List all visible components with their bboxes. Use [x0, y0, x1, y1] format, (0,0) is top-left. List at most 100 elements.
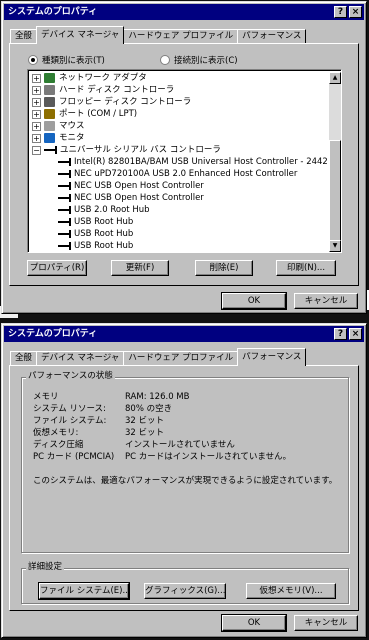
device-tree-item[interactable]: NEC USB Open Host Controller: [58, 180, 204, 192]
performance-status-group-label: パフォーマンスの状態: [26, 371, 115, 381]
performance-row-value: 32 ビット: [125, 416, 165, 426]
device-tree-item[interactable]: NEC USB Open Host Controller: [58, 192, 204, 204]
refresh-button[interactable]: 更新(F): [111, 260, 169, 276]
scroll-down-button[interactable]: ▼: [329, 240, 341, 252]
graphics-button[interactable]: グラフィックス(G)...: [144, 583, 226, 599]
performance-row-label: メモリ: [33, 392, 59, 402]
performance-row-value: RAM: 126.0 MB: [125, 392, 190, 402]
mouse-icon: [44, 121, 55, 131]
radio-unselected-icon: [160, 55, 170, 65]
usb-icon: [58, 217, 71, 227]
expand-icon[interactable]: +: [32, 85, 41, 95]
device-tree-item[interactable]: USB 2.0 Root Hub: [58, 204, 150, 216]
device-tree-item[interactable]: + マウス: [32, 120, 85, 132]
device-tree-item[interactable]: + ネットワーク アダプタ: [32, 72, 147, 84]
performance-row-value: 80% の空き: [125, 404, 173, 414]
device-tree-item-label: ユニバーサル シリアル バス コントローラ: [60, 145, 221, 155]
close-button[interactable]: ×: [349, 328, 362, 340]
device-tree[interactable]: + ネットワーク アダプタ + ハード ディスク コントローラ + フロッピー ディスク …: [27, 69, 342, 253]
performance-row-label: 仮想メモリ:: [33, 428, 79, 438]
tab-strip: 全般 デバイス マネージャ ハードウェア プロファイル パフォーマンス: [10, 348, 307, 366]
usb-icon: [58, 205, 71, 215]
performance-row-value: インストールされていません: [125, 440, 235, 450]
device-tree-item-label: ポート (COM / LPT): [59, 109, 138, 119]
title-bar[interactable]: システムのプロパティ ? ×: [4, 326, 364, 342]
tab-general[interactable]: 全般: [10, 351, 38, 366]
device-tree-item-label: NEC USB Open Host Controller: [74, 193, 204, 203]
tab-hardware-profile[interactable]: ハードウェア プロファイル: [123, 29, 239, 44]
cancel-button[interactable]: キャンセル: [294, 615, 358, 631]
expand-icon[interactable]: +: [32, 133, 41, 143]
device-tree-item-label: USB 2.0 Root Hub: [74, 205, 150, 215]
device-tree-item-label: USB Root Hub: [74, 217, 134, 227]
device-tree-item-label: ネットワーク アダプタ: [59, 73, 147, 83]
vertical-scrollbar[interactable]: ▲ ▼: [329, 72, 341, 252]
remove-button[interactable]: 削除(E): [195, 260, 253, 276]
tab-general[interactable]: 全般: [10, 29, 38, 44]
radio-view-by-type[interactable]: 種類別に表示(T): [28, 54, 105, 66]
ok-button[interactable]: OK: [221, 614, 287, 632]
device-tree-item-label: フロッピー ディスク コントローラ: [59, 97, 192, 107]
device-tree-item-label: NEC uPD720100A USB 2.0 Enhanced Host Con…: [74, 169, 298, 179]
radio-view-by-type-label: 種類別に表示(T): [42, 56, 105, 66]
device-tree-item[interactable]: USB Root Hub: [58, 216, 133, 228]
device-tree-item[interactable]: + ハード ディスク コントローラ: [32, 84, 174, 96]
collapse-icon[interactable]: −: [32, 145, 41, 155]
usb-icon: [58, 169, 71, 179]
usb-icon: [58, 193, 71, 203]
port-icon: [44, 109, 55, 119]
print-button[interactable]: 印刷(N)...: [276, 260, 336, 276]
device-tree-item[interactable]: + ポート (COM / LPT): [32, 108, 137, 120]
tab-panel: 種類別に表示(T) 接続別に表示(C) + ネットワーク アダプタ + ハード ディス…: [9, 43, 359, 286]
device-tree-item-label: マウス: [59, 121, 85, 131]
hard-disk-controller-icon: [44, 85, 55, 95]
device-tree-item[interactable]: Intel(R) 82801BA/BAM USB Universal Host …: [58, 156, 328, 168]
window-title: システムのプロパティ: [8, 329, 98, 339]
expand-icon[interactable]: +: [32, 109, 41, 119]
ok-button[interactable]: OK: [221, 292, 287, 310]
close-button[interactable]: ×: [349, 6, 362, 18]
network-adapter-icon: [44, 73, 55, 83]
tab-performance[interactable]: パフォーマンス: [237, 29, 307, 44]
help-button[interactable]: ?: [334, 6, 347, 18]
window-title: システムのプロパティ: [8, 7, 98, 17]
properties-button[interactable]: プロパティ(R): [27, 260, 87, 276]
title-bar[interactable]: システムのプロパティ ? ×: [4, 4, 364, 20]
device-tree-item[interactable]: USB Root Hub: [58, 228, 133, 240]
usb-icon: [58, 229, 71, 239]
usb-icon: [58, 181, 71, 191]
scroll-thumb[interactable]: [329, 140, 341, 244]
expand-icon[interactable]: +: [32, 121, 41, 131]
monitor-icon: [44, 133, 55, 143]
expand-icon[interactable]: +: [32, 73, 41, 83]
file-system-button[interactable]: ファイル システム(E)...: [38, 582, 131, 600]
advanced-settings-group-label: 詳細設定: [26, 562, 65, 572]
device-tree-item[interactable]: USB Root Hub: [58, 240, 133, 252]
usb-icon: [58, 157, 71, 167]
device-tree-item[interactable]: + フロッピー ディスク コントローラ: [32, 96, 191, 108]
tab-strip: 全般 デバイス マネージャ ハードウェア プロファイル パフォーマンス: [10, 26, 307, 44]
tab-device-manager[interactable]: デバイス マネージャ: [36, 26, 125, 44]
performance-row-label: PC カード (PCMCIA): [33, 452, 115, 462]
device-tree-item[interactable]: + モニタ: [32, 132, 85, 144]
tab-device-manager[interactable]: デバイス マネージャ: [36, 351, 125, 366]
expand-icon[interactable]: +: [32, 97, 41, 107]
performance-row-value: PC カードはインストールされていません。: [125, 452, 292, 462]
radio-view-by-connection[interactable]: 接続別に表示(C): [160, 54, 238, 66]
floppy-controller-icon: [44, 97, 55, 107]
device-tree-item-label: モニタ: [59, 133, 85, 143]
device-tree-item[interactable]: − ユニバーサル シリアル バス コントローラ: [32, 144, 221, 156]
device-tree-item[interactable]: NEC uPD720100A USB 2.0 Enhanced Host Con…: [58, 168, 297, 180]
help-button[interactable]: ?: [334, 328, 347, 340]
tab-hardware-profile[interactable]: ハードウェア プロファイル: [123, 351, 239, 366]
performance-row-label: ファイル システム:: [33, 416, 107, 426]
device-tree-item-label: USB Root Hub: [74, 229, 134, 239]
radio-selected-icon: [28, 55, 38, 65]
tab-performance[interactable]: パフォーマンス: [237, 348, 307, 366]
cancel-button[interactable]: キャンセル: [294, 293, 358, 309]
scroll-up-button[interactable]: ▲: [329, 72, 341, 84]
usb-icon: [44, 145, 57, 155]
virtual-memory-button[interactable]: 仮想メモリ(V)...: [246, 583, 336, 599]
performance-row-label: システム リソース:: [33, 404, 106, 414]
system-properties-window-device-manager: システムのプロパティ ? × 全般 デバイス マネージャ ハードウェア プロファ…: [1, 1, 367, 314]
